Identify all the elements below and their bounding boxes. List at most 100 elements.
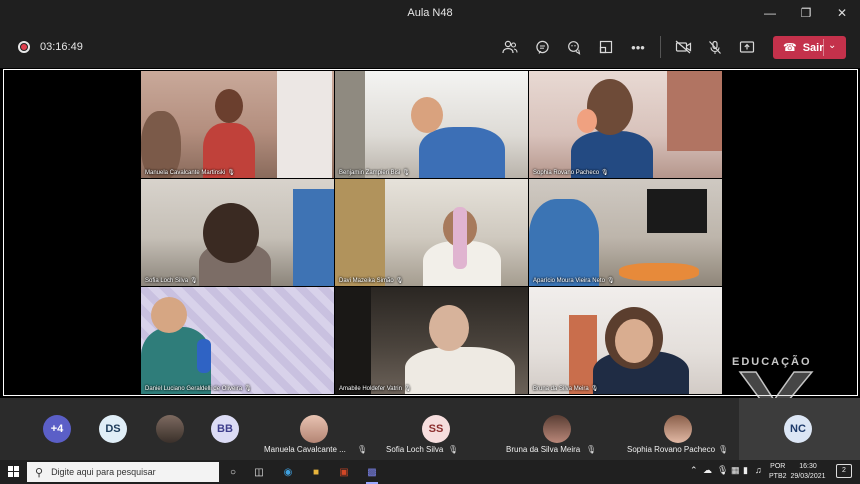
- toolbar-divider: [660, 36, 661, 58]
- taskbar-search[interactable]: ⚲ Digite aqui para pesquisar: [27, 462, 219, 482]
- appliance-shape: [277, 71, 332, 178]
- phone-hangup-icon: ☎: [783, 42, 797, 54]
- clock[interactable]: 16:30 29/03/2021: [788, 462, 828, 482]
- person-head: [429, 305, 469, 351]
- people-icon[interactable]: [494, 35, 526, 59]
- person-head: [411, 97, 443, 133]
- video-tile[interactable]: Daniel Luciano Geraldelli de Oliveira 🎙: [141, 287, 334, 394]
- participant-name-label: Aparício Moura Vieira Neto 🎙: [533, 278, 615, 284]
- participant-name-label: Sofia Loch Silva 🎙: [145, 278, 198, 284]
- minimize-button[interactable]: —: [752, 0, 788, 26]
- initials-avatar: DS: [99, 415, 127, 443]
- participant-name: Sofia Loch Silva: [386, 445, 444, 454]
- initials-avatar: BB: [211, 415, 239, 443]
- mic-icon: 🎙: [190, 278, 198, 284]
- blue-chair-shape: [293, 189, 334, 286]
- participant-name-label: Sophia Rovano Pacheco 🎙: [533, 170, 609, 176]
- participant-name-label: Davi Mazeika Simão 🎙: [339, 278, 404, 284]
- windows-start-icon[interactable]: [8, 466, 20, 478]
- leave-label: Sair: [802, 41, 824, 54]
- video-tile[interactable]: Aparício Moura Vieira Neto 🎙: [529, 179, 722, 286]
- meeting-timer: 03:16:49: [40, 41, 83, 53]
- taskbar: ⚲ Digite aqui para pesquisar ○ ◫ ◉ ■ ▣ ▩…: [0, 460, 860, 484]
- person-silhouette: [419, 127, 505, 178]
- dollhouse-shape: [667, 71, 722, 151]
- participant-avatar[interactable]: BB: [211, 398, 239, 460]
- notification-count: 2: [842, 467, 846, 474]
- leave-divider: [823, 39, 824, 56]
- toy-shape: [453, 207, 467, 269]
- person-head: [203, 203, 259, 263]
- search-placeholder: Digite aqui para pesquisar: [51, 467, 156, 477]
- participant-avatar[interactable]: [156, 398, 184, 460]
- mic-off-icon[interactable]: [699, 35, 731, 59]
- video-tile[interactable]: Sofia Loch Silva 🎙: [141, 179, 334, 286]
- language-indicator[interactable]: POR PTB2: [769, 462, 787, 482]
- video-tile[interactable]: Sophia Rovano Pacheco 🎙: [529, 71, 722, 178]
- reactions-icon[interactable]: [558, 35, 590, 59]
- leave-button[interactable]: ☎ Sair ⌄: [773, 36, 846, 59]
- notifications-icon[interactable]: 2: [836, 464, 852, 478]
- video-stage: Manuela Cavalcante Martinski 🎙 Benjamin Z…: [3, 69, 858, 420]
- person-silhouette: [405, 347, 515, 394]
- mic-icon: 🎙: [395, 278, 404, 284]
- tray-chevron-icon[interactable]: ⌃: [690, 465, 698, 476]
- battery-icon[interactable]: ▮: [743, 465, 748, 476]
- task-view-icon[interactable]: ◫: [248, 463, 270, 481]
- more-icon[interactable]: •••: [622, 35, 654, 59]
- person-head: [215, 89, 243, 123]
- video-grid: Manuela Cavalcante Martinski 🎙 Benjamin Z…: [141, 71, 722, 395]
- clock-time: 16:30: [799, 463, 817, 470]
- participant-name: Sophia Rovano Pacheco: [627, 445, 716, 454]
- title-bar: Aula N48 — ❐ ✕: [0, 0, 860, 26]
- app-tray-icon[interactable]: ▦: [731, 465, 740, 476]
- keyboard-layout: PTB2: [769, 473, 787, 480]
- initials-avatar: SS: [422, 415, 450, 443]
- cortana-icon[interactable]: ○: [222, 463, 244, 481]
- painted-egg: [577, 109, 597, 133]
- mic-off-icon: 🎙: [357, 445, 368, 454]
- video-tile[interactable]: Manuela Cavalcante Martinski 🎙: [141, 71, 334, 178]
- window-controls: — ❐ ✕: [752, 0, 860, 26]
- chat-icon[interactable]: [526, 35, 558, 59]
- rooms-icon[interactable]: [590, 35, 622, 59]
- file-explorer-icon[interactable]: ■: [305, 463, 327, 481]
- meeting-toolbar: 03:16:49 ••• ☎ Sair ⌄: [0, 26, 860, 68]
- participant-strip: +4 DS BB Manuela Cavalcante ... 🎙 SS Sof…: [0, 398, 860, 460]
- participant-avatar[interactable]: DS: [99, 398, 127, 460]
- powerpoint-icon[interactable]: ▣: [333, 463, 355, 481]
- close-window-button[interactable]: ✕: [824, 0, 860, 26]
- maximize-button[interactable]: ❐: [788, 0, 824, 26]
- participant-name-label: Manuela Cavalcante Martinski 🎙: [145, 170, 235, 176]
- mic-icon: 🎙: [244, 386, 252, 392]
- more-participants[interactable]: +4: [43, 398, 71, 460]
- chevron-down-icon[interactable]: ⌄: [828, 40, 836, 51]
- video-tile[interactable]: Benjamin Zampieri Bisi 🎙: [335, 71, 528, 178]
- language-code: POR: [770, 463, 786, 470]
- tv-shape: [647, 189, 707, 233]
- photo-avatar: [156, 415, 184, 443]
- participant-name-label: Bruna da Silva Meira 🎙: [533, 386, 599, 392]
- person-head: [151, 297, 187, 333]
- video-tile[interactable]: Davi Mazeika Simão 🎙: [335, 179, 528, 286]
- search-icon: ⚲: [35, 466, 44, 479]
- camera-off-icon[interactable]: [667, 35, 699, 59]
- mic-tray-icon[interactable]: 🎙: [717, 465, 728, 476]
- mic-icon: 🎙: [601, 170, 609, 176]
- cabinet-shape: [335, 179, 385, 286]
- mic-icon: 🎙: [402, 170, 410, 176]
- share-icon[interactable]: [731, 35, 763, 59]
- photo-avatar: [543, 415, 571, 443]
- video-tile[interactable]: Amabile Holdefer Vatrin 🎙: [335, 287, 528, 394]
- self-tile[interactable]: NC: [739, 398, 860, 460]
- video-tile[interactable]: Bruna da Silva Meira 🎙: [529, 287, 722, 394]
- onedrive-icon[interactable]: ☁: [703, 465, 712, 476]
- participant-name-label: Benjamin Zampieri Bisi 🎙: [339, 170, 410, 176]
- person-head: [615, 319, 653, 363]
- mic-off-icon: 🎙: [448, 445, 459, 454]
- edge-icon[interactable]: ◉: [277, 463, 299, 481]
- participant-name: Manuela Cavalcante ...: [264, 445, 346, 454]
- participant-name: Bruna da Silva Meira: [506, 445, 581, 454]
- speaker-icon[interactable]: ♫: [755, 465, 762, 475]
- teams-icon[interactable]: ▩: [361, 463, 383, 484]
